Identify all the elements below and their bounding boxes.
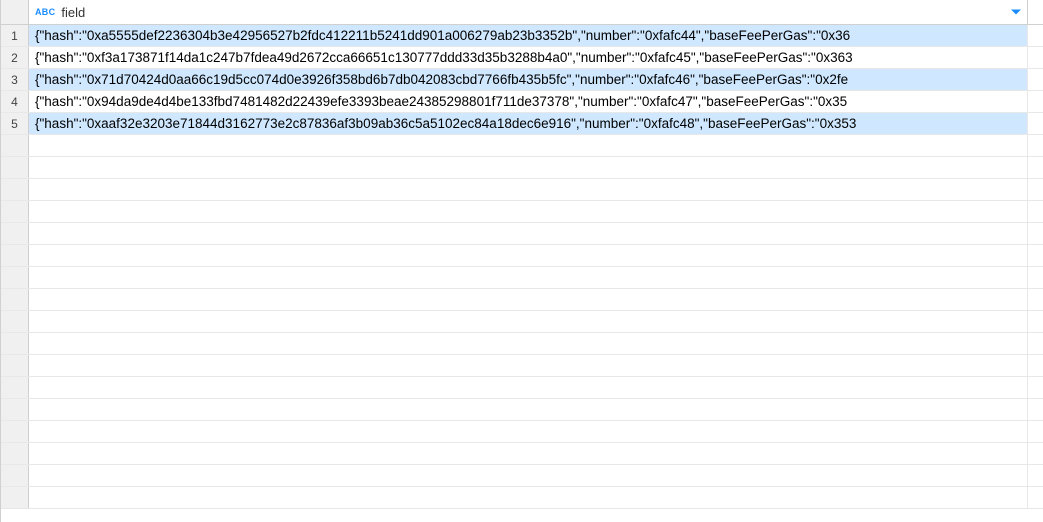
- table-row[interactable]: 3{"hash":"0x71d70424d0aa66c19d5cc074d0e3…: [1, 69, 1043, 91]
- empty-row: [1, 443, 1043, 465]
- cell-field[interactable]: [29, 443, 1028, 464]
- cell-field[interactable]: {"hash":"0xa5555def2236304b3e42956527b2f…: [29, 25, 1028, 46]
- row-number[interactable]: [1, 135, 29, 156]
- chevron-down-icon[interactable]: [1011, 10, 1021, 15]
- row-number[interactable]: [1, 267, 29, 288]
- empty-row: [1, 135, 1043, 157]
- extra-cell: [1028, 25, 1043, 46]
- type-badge-icon: ABC: [35, 7, 55, 17]
- extra-cell: [1028, 113, 1043, 134]
- empty-row: [1, 157, 1043, 179]
- cell-field[interactable]: [29, 487, 1028, 508]
- row-number[interactable]: [1, 201, 29, 222]
- extra-cell: [1028, 311, 1043, 332]
- cell-field[interactable]: [29, 311, 1028, 332]
- extra-cell: [1028, 201, 1043, 222]
- cell-field[interactable]: {"hash":"0xaaf32e3203e71844d3162773e2c87…: [29, 113, 1028, 134]
- row-number[interactable]: [1, 245, 29, 266]
- cell-field[interactable]: [29, 355, 1028, 376]
- row-number[interactable]: [1, 421, 29, 442]
- cell-field[interactable]: [29, 179, 1028, 200]
- row-number[interactable]: [1, 355, 29, 376]
- column-header-field[interactable]: ABC field: [29, 0, 1028, 24]
- extra-cell: [1028, 157, 1043, 178]
- cell-field[interactable]: [29, 421, 1028, 442]
- extra-cell: [1028, 179, 1043, 200]
- cell-field[interactable]: [29, 135, 1028, 156]
- empty-row: [1, 487, 1043, 509]
- table-row[interactable]: 1{"hash":"0xa5555def2236304b3e42956527b2…: [1, 25, 1043, 47]
- table-row[interactable]: 2{"hash":"0xf3a173871f14da1c247b7fdea49d…: [1, 47, 1043, 69]
- extra-cell: [1028, 267, 1043, 288]
- extra-cell: [1028, 333, 1043, 354]
- empty-row: [1, 399, 1043, 421]
- table-row[interactable]: 5{"hash":"0xaaf32e3203e71844d3162773e2c8…: [1, 113, 1043, 135]
- empty-row: [1, 289, 1043, 311]
- cell-field[interactable]: {"hash":"0xf3a173871f14da1c247b7fdea49d2…: [29, 47, 1028, 68]
- cell-field[interactable]: [29, 289, 1028, 310]
- extra-cell: [1028, 355, 1043, 376]
- row-number[interactable]: [1, 333, 29, 354]
- empty-row: [1, 377, 1043, 399]
- row-number[interactable]: [1, 487, 29, 508]
- grid-body: 1{"hash":"0xa5555def2236304b3e42956527b2…: [1, 25, 1043, 522]
- extra-cell: [1028, 487, 1043, 508]
- empty-row: [1, 311, 1043, 333]
- extra-cell: [1028, 289, 1043, 310]
- row-number[interactable]: [1, 399, 29, 420]
- corner-cell[interactable]: [1, 0, 29, 24]
- row-number[interactable]: [1, 465, 29, 486]
- extra-cell: [1028, 421, 1043, 442]
- empty-row: [1, 179, 1043, 201]
- cell-field[interactable]: [29, 399, 1028, 420]
- row-number[interactable]: [1, 289, 29, 310]
- table-row[interactable]: 4{"hash":"0x94da9de4d4be133fbd7481482d22…: [1, 91, 1043, 113]
- row-number[interactable]: [1, 443, 29, 464]
- empty-row: [1, 465, 1043, 487]
- data-grid: ABC field 1{"hash":"0xa5555def2236304b3e…: [0, 0, 1043, 522]
- extra-cell: [1028, 377, 1043, 398]
- cell-field[interactable]: [29, 223, 1028, 244]
- header-row: ABC field: [1, 0, 1043, 25]
- extra-cell: [1028, 91, 1043, 112]
- empty-row: [1, 333, 1043, 355]
- empty-row: [1, 201, 1043, 223]
- cell-field[interactable]: [29, 333, 1028, 354]
- extra-column-gutter: [1028, 0, 1043, 24]
- cell-field[interactable]: [29, 201, 1028, 222]
- row-number[interactable]: 5: [1, 113, 29, 134]
- empty-row: [1, 267, 1043, 289]
- cell-field[interactable]: [29, 377, 1028, 398]
- row-number[interactable]: 1: [1, 25, 29, 46]
- cell-field[interactable]: [29, 465, 1028, 486]
- row-number[interactable]: 2: [1, 47, 29, 68]
- extra-cell: [1028, 69, 1043, 90]
- empty-row: [1, 421, 1043, 443]
- cell-field[interactable]: [29, 245, 1028, 266]
- cell-field[interactable]: {"hash":"0x94da9de4d4be133fbd7481482d224…: [29, 91, 1028, 112]
- extra-cell: [1028, 223, 1043, 244]
- extra-cell: [1028, 245, 1043, 266]
- extra-cell: [1028, 135, 1043, 156]
- row-number[interactable]: [1, 377, 29, 398]
- column-name: field: [61, 5, 85, 20]
- extra-cell: [1028, 443, 1043, 464]
- extra-cell: [1028, 465, 1043, 486]
- extra-cell: [1028, 399, 1043, 420]
- row-number[interactable]: [1, 223, 29, 244]
- row-number[interactable]: [1, 157, 29, 178]
- extra-cell: [1028, 47, 1043, 68]
- row-number[interactable]: 3: [1, 69, 29, 90]
- empty-row: [1, 355, 1043, 377]
- cell-field[interactable]: {"hash":"0x71d70424d0aa66c19d5cc074d0e39…: [29, 69, 1028, 90]
- empty-row: [1, 223, 1043, 245]
- empty-row: [1, 245, 1043, 267]
- row-number[interactable]: [1, 179, 29, 200]
- cell-field[interactable]: [29, 157, 1028, 178]
- row-number[interactable]: 4: [1, 91, 29, 112]
- row-number[interactable]: [1, 311, 29, 332]
- cell-field[interactable]: [29, 267, 1028, 288]
